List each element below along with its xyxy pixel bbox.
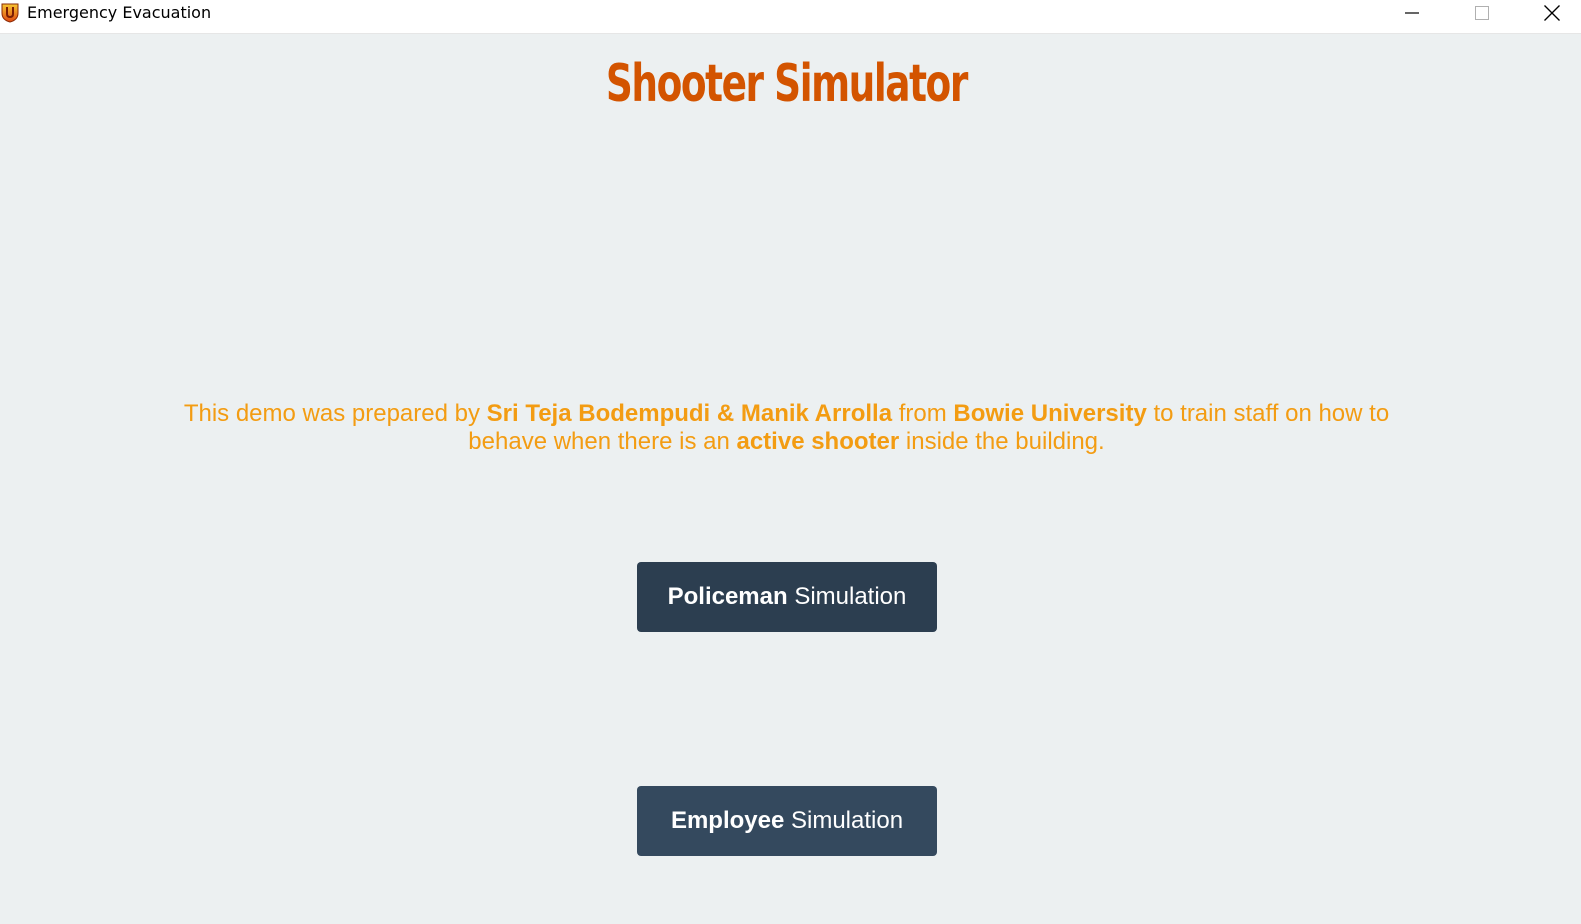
maximize-button[interactable] bbox=[1459, 0, 1505, 30]
app-shield-icon bbox=[1, 3, 19, 23]
employee-button-label: Simulation bbox=[784, 807, 904, 834]
close-icon bbox=[1544, 4, 1560, 26]
policeman-simulation-button[interactable]: Policeman Simulation bbox=[637, 562, 937, 632]
maximize-icon bbox=[1475, 5, 1489, 25]
description-text: This demo was prepared by Sri Teja Bodem… bbox=[150, 400, 1423, 456]
description-highlight: active shooter bbox=[736, 428, 900, 455]
window-title: Emergency Evacuation bbox=[27, 3, 212, 22]
close-button[interactable] bbox=[1529, 0, 1575, 30]
minimize-button[interactable] bbox=[1389, 0, 1435, 30]
employee-simulation-button[interactable]: Employee Simulation bbox=[637, 786, 937, 856]
description-part1: This demo was prepared by bbox=[183, 400, 487, 427]
minimize-icon bbox=[1405, 6, 1419, 25]
page-title: Shooter Simulator bbox=[605, 54, 968, 114]
employee-button-bold-label: Employee bbox=[670, 807, 785, 834]
description-authors: Sri Teja Bodempudi & Manik Arrolla bbox=[486, 400, 893, 427]
policeman-button-label: Simulation bbox=[787, 583, 907, 610]
description-part2: from bbox=[892, 400, 954, 427]
description-university: Bowie University bbox=[953, 400, 1147, 427]
policeman-button-bold-label: Policeman bbox=[667, 583, 788, 610]
window-titlebar: Emergency Evacuation bbox=[0, 0, 1581, 34]
description-part4: inside the building. bbox=[899, 428, 1105, 455]
main-content: Shooter Simulator This demo was prepared… bbox=[0, 34, 1581, 924]
